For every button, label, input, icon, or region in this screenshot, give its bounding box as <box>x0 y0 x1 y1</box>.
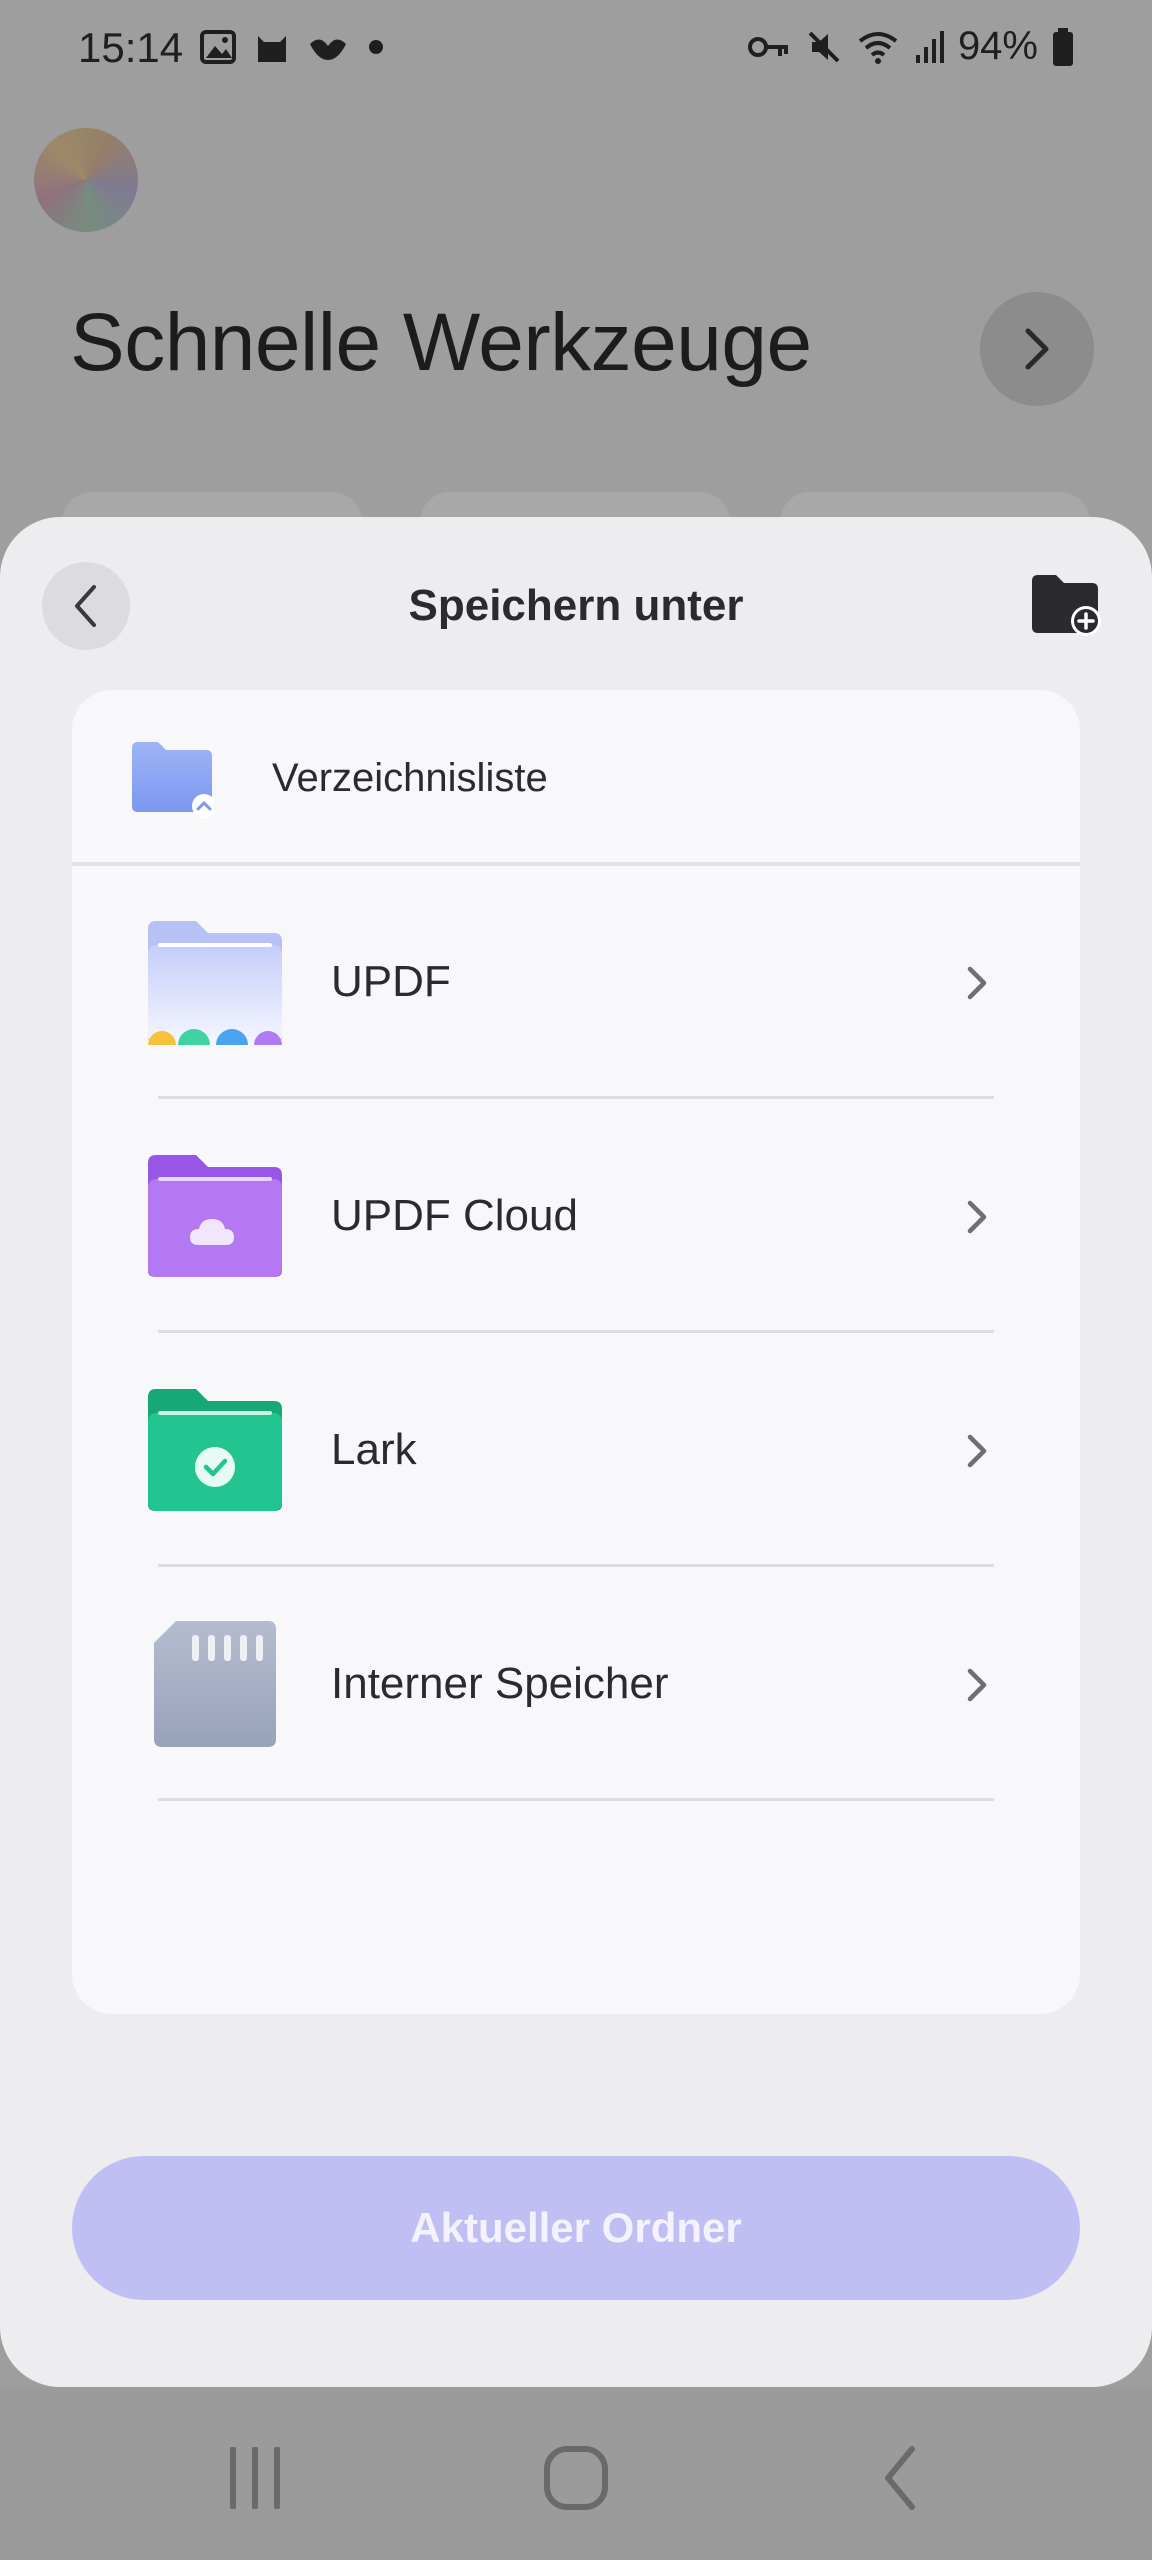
battery-icon <box>1053 27 1073 66</box>
divider <box>158 1798 994 1801</box>
status-bar: 15:14 94% <box>0 0 1152 100</box>
title-next-button[interactable] <box>980 292 1094 406</box>
list-item-updf-cloud[interactable]: UPDF Cloud <box>72 1099 1080 1333</box>
new-folder-button[interactable] <box>1030 573 1104 637</box>
sd-card-icon <box>146 1621 284 1747</box>
avatar[interactable] <box>34 128 138 232</box>
recent-apps-button[interactable] <box>210 2443 300 2513</box>
home-icon <box>544 2446 608 2510</box>
directory-header[interactable]: Verzeichnisliste <box>72 690 1080 865</box>
status-time: 15:14 <box>78 24 184 71</box>
page-title: Schnelle Werkzeuge <box>70 297 812 388</box>
bird-app-icon <box>310 39 346 60</box>
dot-icon <box>369 40 383 54</box>
updf-folder-icon <box>146 919 284 1061</box>
directory-folder-icon <box>132 740 216 818</box>
list-item-updf[interactable]: UPDF <box>72 865 1080 1099</box>
gallery-icon <box>200 30 236 64</box>
navigation-bar <box>0 2387 1152 2560</box>
chevron-right-icon <box>967 966 987 1000</box>
list-item-label: UPDF Cloud <box>331 1191 578 1240</box>
save-as-sheet: Speichern unter Verzeichnisliste UPDF UP… <box>0 517 1152 2387</box>
directory-list-label: Verzeichnisliste <box>272 756 548 800</box>
battery-percentage: 94% <box>957 24 1038 68</box>
sheet-title: Speichern unter <box>408 581 744 630</box>
recent-apps-icon <box>230 2447 280 2509</box>
new-folder-icon <box>1032 575 1101 636</box>
chevron-right-icon <box>967 1200 987 1234</box>
list-item-label: UPDF <box>331 957 451 1006</box>
vpn-key-icon <box>747 36 788 57</box>
chevron-right-icon <box>967 1668 987 1702</box>
cloud-folder-icon <box>146 1153 284 1279</box>
mute-icon <box>808 31 840 62</box>
current-folder-button[interactable]: Aktueller Ordner <box>72 2156 1080 2300</box>
signal-icon <box>915 30 944 63</box>
home-button[interactable] <box>531 2443 621 2513</box>
wifi-icon <box>858 31 898 64</box>
directory-card: Verzeichnisliste UPDF UPDF Cloud Lark In… <box>72 690 1080 2014</box>
back-nav-icon <box>885 2446 915 2510</box>
back-nav-button[interactable] <box>855 2443 945 2513</box>
list-item-internal-storage[interactable]: Interner Speicher <box>72 1567 1080 1801</box>
list-item-lark[interactable]: Lark <box>72 1333 1080 1567</box>
list-item-label: Lark <box>331 1425 417 1474</box>
chevron-right-icon <box>967 1434 987 1468</box>
lark-folder-icon <box>146 1387 284 1513</box>
cat-app-icon <box>258 36 286 62</box>
list-item-label: Interner Speicher <box>331 1659 669 1708</box>
chevron-right-icon <box>1025 328 1049 370</box>
